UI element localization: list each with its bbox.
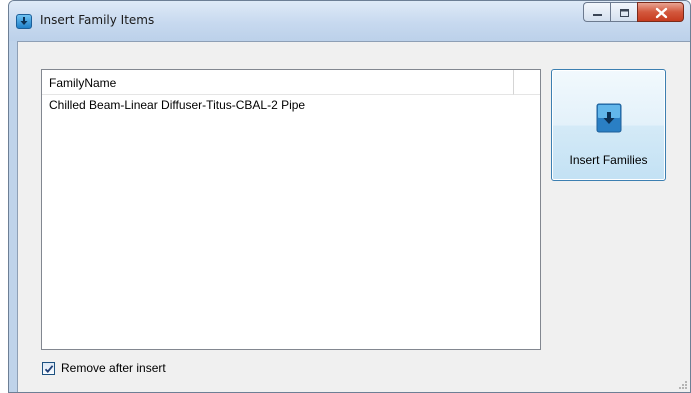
resize-grip-icon[interactable] [678,380,688,390]
minimize-button[interactable] [583,2,610,22]
minimize-icon [593,14,602,16]
column-header-familyname[interactable]: FamilyName [42,70,514,95]
maximize-button[interactable] [610,2,637,22]
list-body: Chilled Beam-Linear Diffuser-Titus-CBAL-… [42,96,540,115]
dialog-client-area: FamilyName Chilled Beam-Linear Diffuser-… [17,41,690,392]
remove-after-insert-label[interactable]: Remove after insert [61,361,166,375]
caption-buttons [583,2,684,22]
maximize-icon [620,9,629,17]
remove-after-insert-checkbox[interactable] [42,361,55,375]
column-header-filler [514,70,540,95]
close-button[interactable] [637,2,684,22]
close-icon [655,7,668,19]
insert-families-label: Insert Families [569,153,648,167]
window-title: Insert Family Items [40,13,155,27]
checkmark-icon [44,364,54,373]
insert-family-items-window: Insert Family Items FamilyName Chilled B… [8,0,691,393]
insert-families-button[interactable]: Insert Families [551,69,666,181]
insert-families-icon [596,103,622,133]
list-header: FamilyName [42,70,540,95]
family-list[interactable]: FamilyName Chilled Beam-Linear Diffuser-… [41,69,541,350]
list-item[interactable]: Chilled Beam-Linear Diffuser-Titus-CBAL-… [42,96,540,115]
insert-family-app-icon [16,14,32,29]
remove-after-insert-row: Remove after insert [42,360,166,376]
title-bar[interactable]: Insert Family Items [9,1,690,41]
